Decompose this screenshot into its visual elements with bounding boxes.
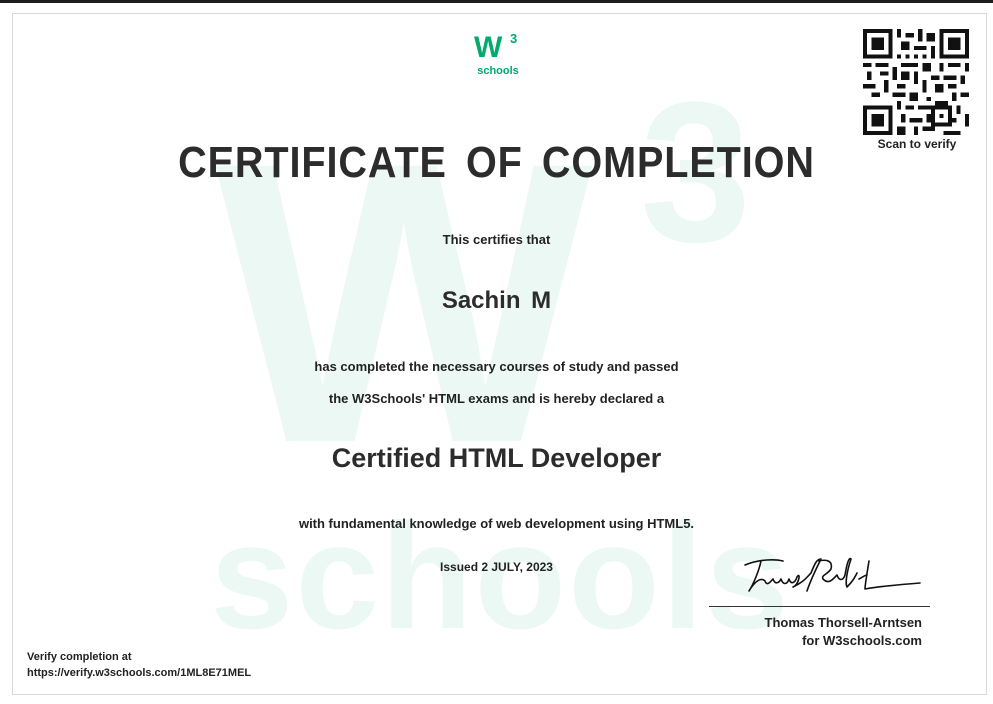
body-line-1: has completed the necessary courses of s… [314,359,679,374]
certification-designation: Certified HTML Developer [331,443,662,473]
verify-block: Verify completion at https://verify.w3sc… [27,649,251,681]
certifies-text: This certifies that [442,232,551,247]
signer-org: for W3schools.com [802,633,922,648]
signer-block: Thomas Thorsell-Arntsen for W3schools.co… [765,614,922,650]
body-line-2: the W3Schools' HTML exams and is hereby … [328,391,665,406]
handwritten-signature-icon [744,557,921,592]
logo-mark: W [474,31,502,64]
certificate-page: W 3 schools W 3 schools Scan to verify C… [0,0,993,704]
certificate-title: CERTIFICATE OF COMPLETION [178,138,815,187]
signature-line [709,606,930,607]
w3schools-logo: W 3 schools [470,31,526,81]
logo-superscript: 3 [510,31,518,46]
qr-code-icon[interactable] [863,29,969,135]
verify-url[interactable]: https://verify.w3schools.com/1ML8E71MEL [27,665,251,681]
recipient-name: Sachin M [441,287,552,314]
knowledge-text: with fundamental knowledge of web develo… [298,516,695,531]
verify-label: Verify completion at [27,651,132,663]
logo-text: schools [477,65,519,77]
signer-name: Thomas Thorsell-Arntsen [764,615,922,630]
